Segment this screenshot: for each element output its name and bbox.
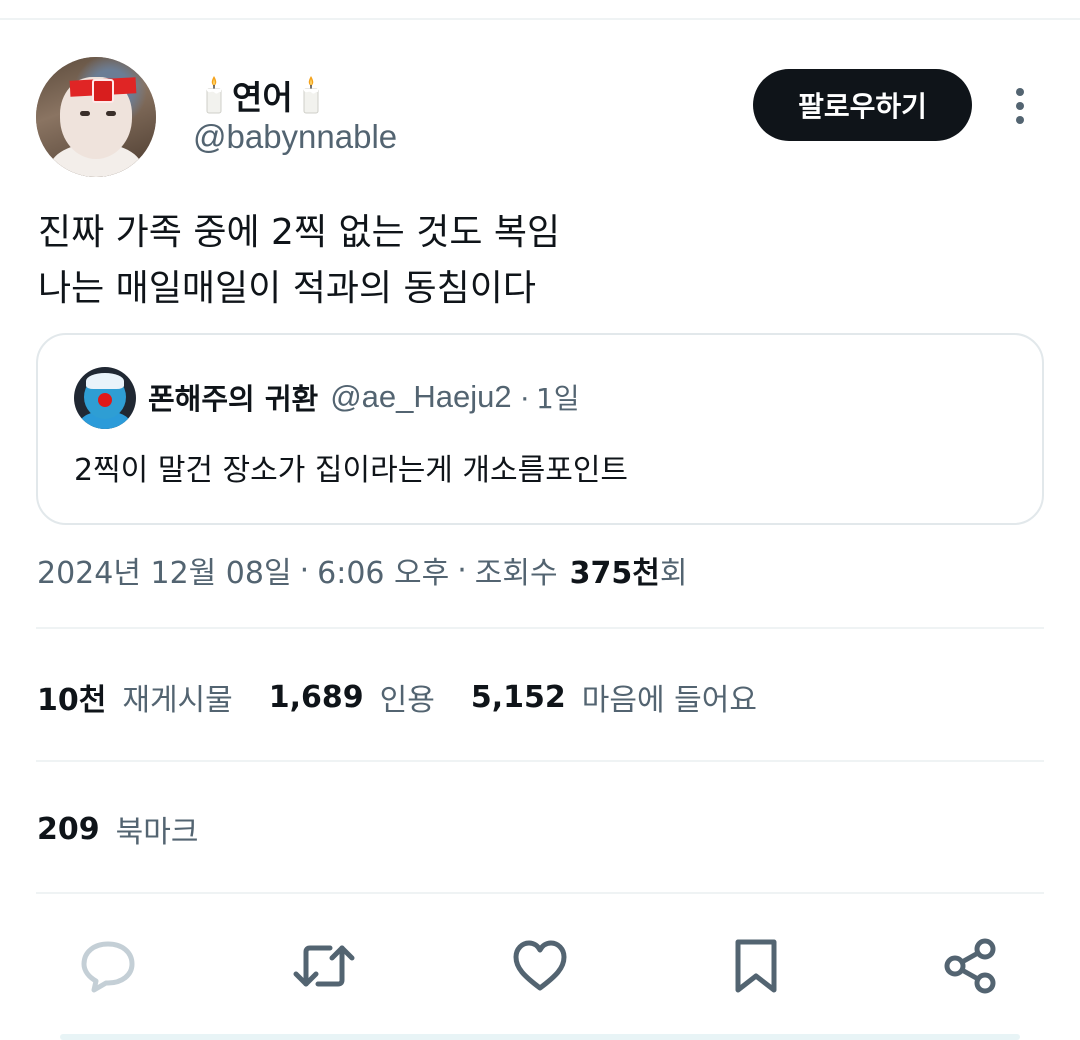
engagement-stats: 10천 재게시물 1,689 인용 5,152 마음에 들어요 [37, 675, 793, 719]
author-handle[interactable]: @babynnable [193, 118, 397, 156]
stat-label: 재게시물 [122, 683, 233, 718]
bottom-edge [60, 1034, 1020, 1040]
bookmark-icon [735, 939, 777, 993]
stat-count: 1,689 [268, 679, 364, 715]
repost-icon [293, 945, 355, 987]
candle-icon [206, 76, 222, 114]
candle-icon [303, 76, 319, 114]
quote-separator: · [519, 379, 530, 414]
tweet-date[interactable]: 2024년 12월 08일 [37, 548, 292, 592]
action-bar [0, 930, 1080, 1002]
tweet-text: 진짜 가족 중에 2찍 없는 것도 복임 나는 매일매일이 적과의 동침이다 [38, 205, 1038, 317]
author-avatar[interactable] [36, 57, 156, 177]
display-name-text: 연어 [232, 78, 293, 117]
tweet-meta: 2024년 12월 08일 · 6:06 오후 · 조회수 375천 회 [37, 548, 687, 592]
quote-author-avatar[interactable] [74, 367, 136, 429]
quote-timestamp[interactable]: 1일 [536, 377, 580, 417]
top-divider [0, 18, 1080, 20]
like-button[interactable] [504, 930, 576, 1002]
divider [36, 627, 1044, 629]
bookmark-button[interactable] [720, 930, 792, 1002]
tweet-time[interactable]: 6:06 오후 [317, 548, 449, 592]
meta-separator: · [457, 552, 467, 588]
stat-count: 209 [37, 811, 100, 847]
stat-label: 인용 [379, 683, 435, 718]
stat-quotes[interactable]: 1,689 인용 [269, 675, 435, 719]
share-button[interactable] [934, 930, 1006, 1002]
more-vertical-icon [1016, 88, 1024, 124]
heart-icon [513, 940, 567, 991]
stat-reposts[interactable]: 10천 재게시물 [37, 675, 233, 719]
divider [36, 892, 1044, 894]
quote-text: 2찍이 말건 장소가 집이라는게 개소름포인트 [74, 453, 629, 488]
stat-label: 마음에 들어요 [581, 683, 757, 718]
stat-likes[interactable]: 5,152 마음에 들어요 [471, 675, 757, 719]
repost-button[interactable] [288, 930, 360, 1002]
quote-header: 폰해주의 귀환 @ae_Haeju2 · 1일 [148, 377, 580, 417]
views-label: 조회수 [474, 556, 558, 591]
author-display-name[interactable]: 연어 [196, 73, 329, 117]
stat-bookmarks[interactable]: 209 북마크 [37, 807, 198, 851]
tweet-text-line: 나는 매일매일이 적과의 동침이다 [38, 268, 537, 309]
comment-icon [81, 941, 135, 993]
reply-button[interactable] [72, 930, 144, 1002]
views-suffix: 회 [659, 556, 688, 591]
stat-count: 5,152 [470, 679, 566, 715]
more-button[interactable] [1000, 82, 1040, 130]
views-count[interactable]: 375천 [570, 548, 660, 592]
quote-author-name[interactable]: 폰해주의 귀환 [148, 376, 318, 418]
tweet-detail-page: 연어 @babynnable 팔로우하기 진짜 가족 중에 2찍 없는 것도 복… [0, 0, 1080, 1040]
divider [36, 760, 1044, 762]
meta-separator: · [299, 552, 310, 588]
follow-button[interactable]: 팔로우하기 [753, 69, 972, 141]
stat-count: 10천 [37, 683, 107, 718]
share-icon [944, 938, 996, 994]
tweet-text-line: 진짜 가족 중에 2찍 없는 것도 복임 [38, 212, 561, 253]
stat-label: 북마크 [115, 815, 199, 850]
quote-author-handle[interactable]: @ae_Haeju2 [330, 379, 511, 415]
quoted-tweet-card[interactable]: 폰해주의 귀환 @ae_Haeju2 · 1일 2찍이 말건 장소가 집이라는게… [36, 333, 1044, 525]
